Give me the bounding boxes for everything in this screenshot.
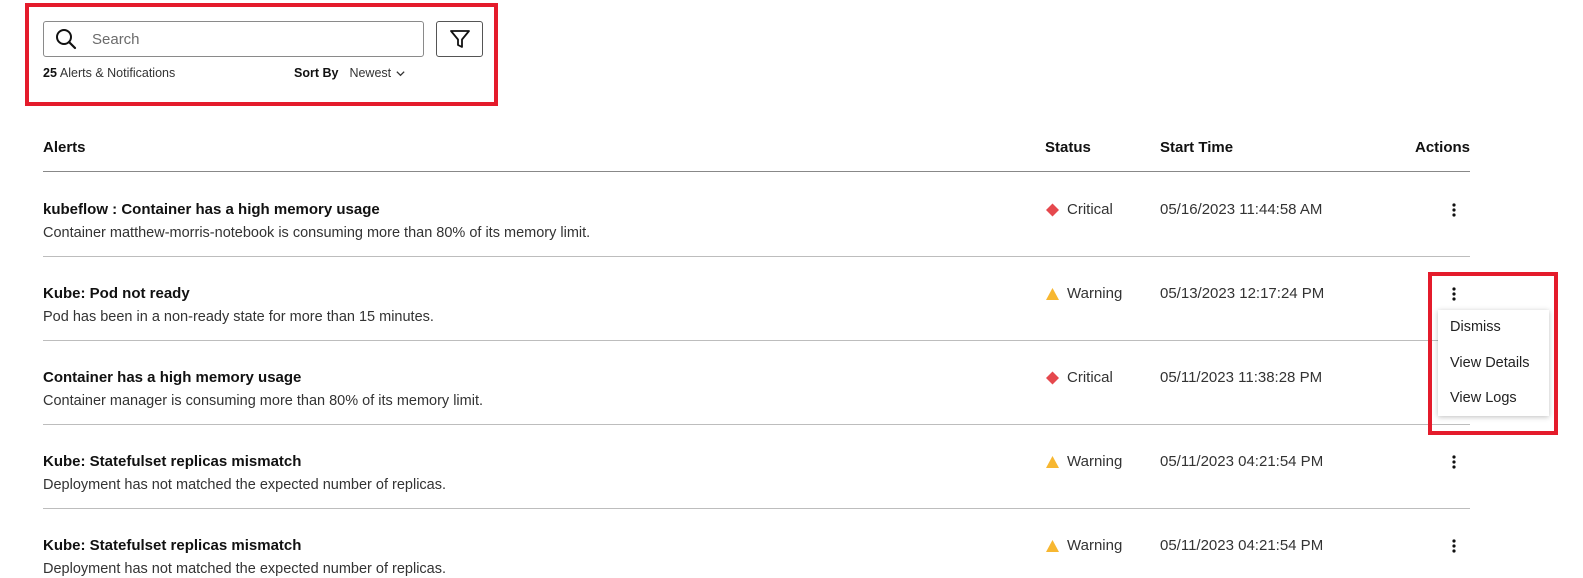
alert-description: Deployment has not matched the expected … — [43, 477, 447, 493]
row-actions-button[interactable] — [1446, 452, 1462, 472]
more-vertical-icon — [1452, 455, 1456, 469]
sort-value: Newest — [349, 66, 392, 80]
alert-title: Kube: Statefulset replicas mismatch — [43, 537, 302, 554]
status-cell: Critical — [1045, 201, 1113, 218]
sort-label: Sort By — [294, 66, 339, 80]
row-actions-button[interactable] — [1446, 536, 1462, 556]
chevron-down-icon — [396, 70, 405, 76]
alerts-page: Search 25 Alerts & Notifications Sort By … — [0, 0, 1583, 578]
more-vertical-icon — [1452, 203, 1456, 217]
critical-diamond-icon — [1046, 371, 1059, 384]
alert-count: 25 Alerts & Notifications — [43, 66, 175, 80]
alert-count-label: Alerts & Notifications — [59, 66, 176, 80]
status-cell: Warning — [1045, 285, 1122, 302]
status-cell: Warning — [1045, 453, 1122, 470]
alert-description: Container manager is consuming more than… — [43, 393, 484, 409]
alert-title: Container has a high memory usage — [43, 369, 302, 386]
sort-control: Sort By Newest — [294, 66, 406, 80]
alert-title: Kube: Statefulset replicas mismatch — [43, 453, 302, 470]
table-row: Kube: Statefulset replicas mismatch Depl… — [0, 424, 1583, 508]
sort-dropdown[interactable]: Newest — [349, 66, 406, 80]
start-time: 05/11/2023 04:21:54 PM — [1160, 453, 1324, 470]
alert-description: Container matthew-morris-notebook is con… — [43, 225, 591, 241]
search-icon — [56, 29, 77, 50]
alert-title: Kube: Pod not ready — [43, 285, 190, 302]
filter-icon — [449, 30, 470, 48]
start-time: 05/11/2023 11:38:28 PM — [1160, 369, 1323, 386]
alert-title: kubeflow : Container has a high memory u… — [43, 201, 380, 218]
table-row: Kube: Statefulset replicas mismatch Depl… — [0, 508, 1583, 578]
alert-description: Deployment has not matched the expected … — [43, 561, 447, 577]
status-text: Critical — [1067, 201, 1113, 218]
status-cell: Critical — [1045, 369, 1113, 386]
alert-count-number: 25 — [43, 66, 57, 80]
search-placeholder: Search — [92, 30, 140, 48]
table-row: Kube: Pod not ready Pod has been in a no… — [0, 256, 1583, 340]
column-header-alerts: Alerts — [43, 139, 86, 156]
warning-triangle-icon — [1046, 287, 1059, 300]
table-row: Container has a high memory usage Contai… — [0, 340, 1583, 424]
status-text: Warning — [1067, 285, 1123, 302]
critical-diamond-icon — [1046, 203, 1059, 216]
column-header-status: Status — [1045, 139, 1091, 156]
status-cell: Warning — [1045, 537, 1122, 554]
start-time: 05/16/2023 11:44:58 AM — [1160, 201, 1323, 218]
row-actions-button[interactable] — [1446, 200, 1462, 220]
table-row: kubeflow : Container has a high memory u… — [0, 172, 1583, 256]
status-text: Warning — [1067, 537, 1123, 554]
status-text: Critical — [1067, 369, 1113, 386]
more-vertical-icon — [1452, 539, 1456, 553]
column-header-start-time: Start Time — [1160, 139, 1234, 156]
filter-button[interactable] — [436, 21, 483, 57]
status-text: Warning — [1067, 453, 1123, 470]
start-time: 05/13/2023 12:17:24 PM — [1160, 285, 1325, 302]
warning-triangle-icon — [1046, 539, 1059, 552]
start-time: 05/11/2023 04:21:54 PM — [1160, 537, 1324, 554]
column-header-actions: Actions — [1415, 139, 1471, 156]
warning-triangle-icon — [1046, 455, 1059, 468]
alert-description: Pod has been in a non-ready state for mo… — [43, 309, 434, 325]
search-input[interactable]: Search — [43, 21, 424, 57]
actions-menu-highlight — [1428, 272, 1558, 435]
